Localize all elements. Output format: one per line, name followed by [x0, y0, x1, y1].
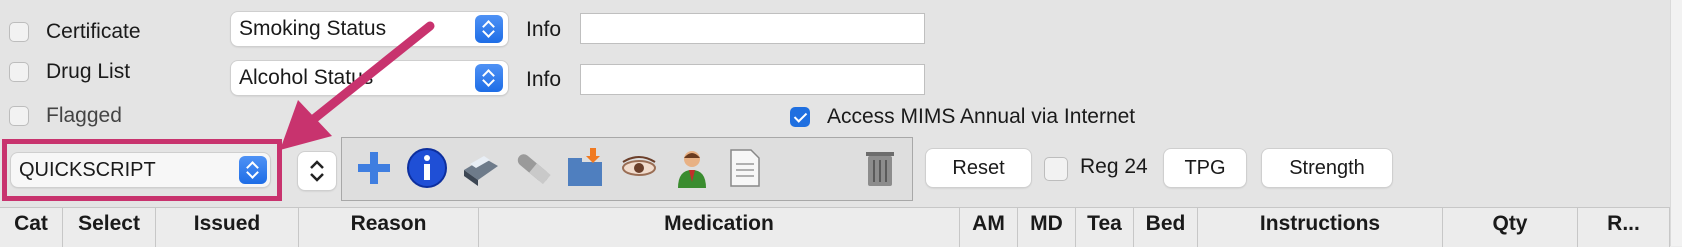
document-icon[interactable]: [723, 146, 767, 190]
toolbar-stepper-button[interactable]: [298, 152, 336, 190]
column-header-cat[interactable]: Cat: [0, 208, 63, 247]
pill-icon[interactable]: [511, 146, 555, 190]
column-header-md[interactable]: MD: [1018, 208, 1076, 247]
quickscript-select[interactable]: QUICKSCRIPT: [11, 153, 270, 187]
strength-button[interactable]: Strength: [1262, 149, 1392, 187]
certificate-label: Certificate: [46, 20, 141, 43]
up-down-chevron-icon: [310, 160, 324, 182]
alcohol-info-field[interactable]: [580, 64, 925, 95]
print-icon[interactable]: [458, 146, 502, 190]
column-header-tea[interactable]: Tea: [1076, 208, 1134, 247]
quickscript-value: QUICKSCRIPT: [19, 159, 156, 181]
flagged-checkbox[interactable]: [9, 106, 29, 126]
access-mims-checkbox[interactable]: [790, 107, 810, 127]
alcohol-status-stepper-icon: [475, 64, 503, 92]
certificate-checkbox[interactable]: [9, 22, 29, 42]
column-header-instructions[interactable]: Instructions: [1198, 208, 1443, 247]
info-label-1: Info: [526, 18, 562, 41]
drug-list-checkbox[interactable]: [9, 62, 29, 82]
medication-toolbar: [341, 137, 913, 201]
eye-icon[interactable]: [617, 146, 661, 190]
smoking-status-stepper-icon: [475, 15, 503, 43]
column-header-qty[interactable]: Qty: [1443, 208, 1578, 247]
quickscript-stepper-icon: [239, 156, 267, 184]
column-header-select[interactable]: Select: [63, 208, 156, 247]
column-header-issued[interactable]: Issued: [156, 208, 299, 247]
reg24-label: Reg 24: [1080, 155, 1148, 178]
folder-import-icon[interactable]: [564, 146, 608, 190]
medication-table-header: Cat Select Issued Reason Medication AM M…: [0, 207, 1682, 247]
smoking-info-field[interactable]: [580, 13, 925, 44]
info-label-2: Info: [526, 68, 562, 91]
reg24-checkbox[interactable]: [1044, 157, 1068, 181]
info-icon[interactable]: [405, 146, 449, 190]
column-header-reason[interactable]: Reason: [299, 208, 479, 247]
column-header-medication[interactable]: Medication: [479, 208, 960, 247]
access-mims-label: Access MIMS Annual via Internet: [827, 105, 1136, 128]
column-header-bed[interactable]: Bed: [1134, 208, 1198, 247]
add-icon[interactable]: [352, 146, 396, 190]
trash-icon[interactable]: [858, 146, 902, 190]
column-header-am[interactable]: AM: [960, 208, 1018, 247]
drug-list-label: Drug List: [46, 60, 131, 83]
patient-icon[interactable]: [670, 146, 714, 190]
column-header-repeats[interactable]: R...: [1578, 208, 1670, 247]
reset-button[interactable]: Reset: [926, 149, 1031, 187]
flagged-label: Flagged: [46, 104, 122, 127]
tpg-button[interactable]: TPG: [1164, 149, 1246, 187]
vertical-scrollbar[interactable]: [1670, 0, 1682, 246]
